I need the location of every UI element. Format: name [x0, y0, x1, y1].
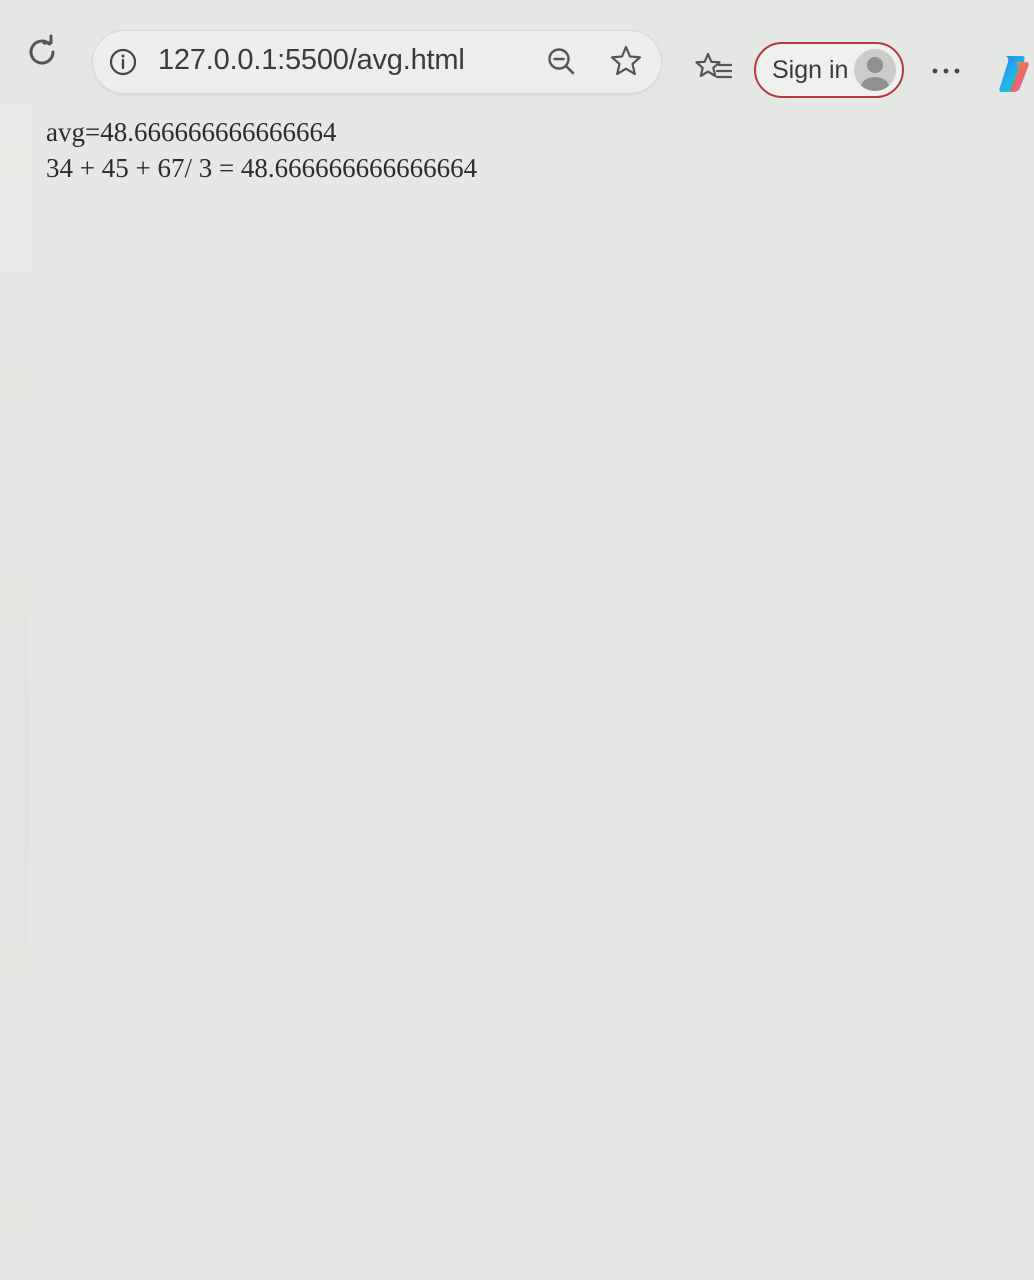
- page-content: avg=48.666666666666664 34 + 45 + 67/ 3 =…: [30, 104, 1034, 1280]
- favorites-icon: [695, 51, 733, 90]
- browser-toolbar: 127.0.0.1:5500/avg.html Sign in: [0, 0, 1034, 104]
- more-icon: [931, 62, 961, 80]
- avatar-icon: [854, 49, 896, 91]
- avg-output-line: avg=48.666666666666664: [46, 117, 337, 147]
- reload-icon: [24, 34, 60, 75]
- page-output: avg=48.666666666666664 34 + 45 + 67/ 3 =…: [46, 114, 477, 186]
- address-bar[interactable]: 127.0.0.1:5500/avg.html: [92, 30, 662, 94]
- reload-button[interactable]: [22, 34, 62, 74]
- formula-output-line: 34 + 45 + 67/ 3 = 48.666666666666664: [46, 153, 478, 183]
- star-icon: [609, 44, 643, 83]
- info-icon[interactable]: [108, 47, 138, 77]
- url-text[interactable]: 127.0.0.1:5500/avg.html: [158, 44, 465, 77]
- zoom-button[interactable]: [544, 46, 578, 80]
- copilot-icon: [992, 56, 1034, 100]
- add-favorite-button[interactable]: [608, 45, 644, 81]
- copilot-button[interactable]: [992, 52, 1034, 96]
- more-options-button[interactable]: [926, 54, 966, 88]
- sign-in-label: Sign in: [772, 56, 849, 84]
- browser-window: 127.0.0.1:5500/avg.html Sign in avg=48.6…: [0, 0, 1034, 1280]
- zoom-out-icon: [546, 46, 576, 81]
- favorites-button[interactable]: [694, 50, 734, 90]
- sign-in-button[interactable]: Sign in: [754, 42, 904, 98]
